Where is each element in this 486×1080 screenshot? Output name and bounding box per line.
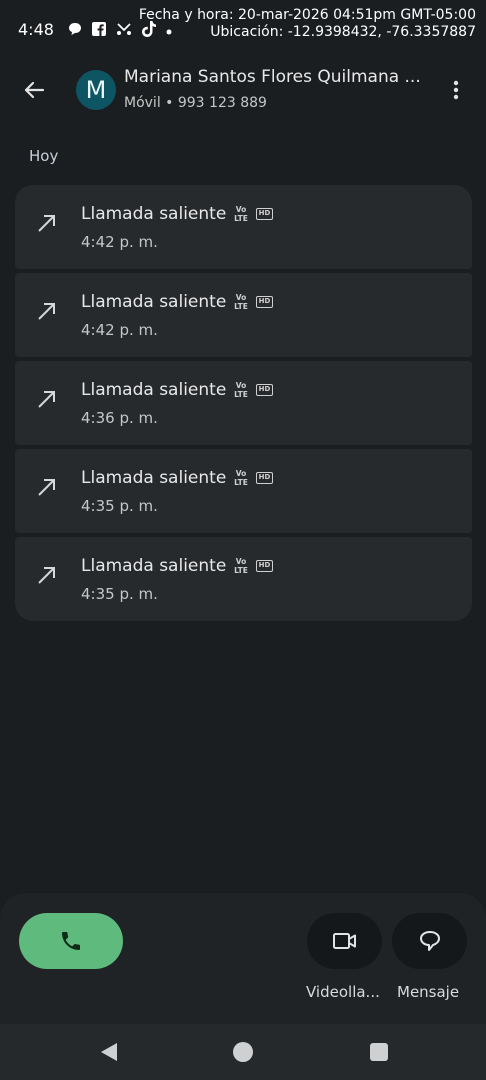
dot-icon	[166, 23, 172, 39]
status-bar: 4:48 Fecha y hora: 20-mar-2026 04:51pm G…	[0, 0, 486, 46]
call-type-label: Llamada saliente	[81, 292, 227, 312]
nav-home-icon[interactable]	[233, 1042, 253, 1062]
call-details-header: M Mariana Santos Flores Quilmana ... Móv…	[0, 58, 486, 124]
tiktok-icon	[142, 21, 156, 41]
call-list-item[interactable]: Llamada saliente Vo LTE HD 4:35 p. m.	[15, 449, 472, 533]
call-type-label: Llamada saliente	[81, 468, 227, 488]
status-time: 4:48	[18, 20, 54, 39]
outgoing-call-icon	[38, 479, 55, 496]
call-list-item[interactable]: Llamada saliente Vo LTE HD 4:42 p. m.	[15, 185, 472, 269]
missed-call-icon	[116, 22, 132, 40]
outgoing-call-icon	[38, 391, 55, 408]
video-call-label: Videolla...	[306, 983, 380, 1001]
call-type-label: Llamada saliente	[81, 556, 227, 576]
more-vert-icon	[453, 80, 459, 100]
videocam-icon	[332, 933, 356, 949]
hd-icon: HD	[256, 208, 273, 220]
outgoing-call-icon	[38, 303, 55, 320]
outgoing-call-icon	[38, 567, 55, 584]
call-list-item[interactable]: Llamada saliente Vo LTE HD 4:36 p. m.	[15, 361, 472, 445]
volte-icon: Vo LTE	[234, 205, 248, 223]
system-navigation-bar	[0, 1024, 486, 1080]
more-options-button[interactable]	[440, 72, 472, 108]
outgoing-call-icon	[38, 215, 55, 232]
call-type-label: Llamada saliente	[81, 204, 227, 224]
call-time: 4:42 p. m.	[81, 321, 158, 339]
hd-icon: HD	[256, 472, 273, 484]
volte-icon: Vo LTE	[234, 557, 248, 575]
hd-icon: HD	[256, 384, 273, 396]
call-time: 4:42 p. m.	[81, 233, 158, 251]
video-call-button[interactable]	[307, 913, 382, 969]
date-section-label: Hoy	[29, 147, 59, 165]
overlay-datetime: Fecha y hora: 20-mar-2026 04:51pm GMT-05…	[138, 7, 476, 23]
nav-back-icon[interactable]	[100, 1042, 118, 1062]
call-time: 4:35 p. m.	[81, 585, 158, 603]
volte-icon: Vo LTE	[234, 469, 248, 487]
volte-icon: Vo LTE	[234, 293, 248, 311]
call-list-item[interactable]: Llamada saliente Vo LTE HD 4:35 p. m.	[15, 537, 472, 621]
volte-icon: Vo LTE	[234, 381, 248, 399]
call-history-list: Llamada saliente Vo LTE HD 4:42 p. m. Lla…	[15, 185, 472, 621]
chat-bubble-icon	[68, 22, 82, 40]
call-time: 4:35 p. m.	[81, 497, 158, 515]
message-icon	[419, 931, 440, 951]
call-list-item[interactable]: Llamada saliente Vo LTE HD 4:42 p. m.	[15, 273, 472, 357]
status-notification-icons	[68, 21, 172, 41]
contact-phone: Móvil • 993 123 889	[124, 95, 267, 111]
arrow-left-icon	[24, 81, 45, 99]
phone-icon	[62, 932, 80, 950]
message-button[interactable]	[392, 913, 467, 969]
contact-name[interactable]: Mariana Santos Flores Quilmana ...	[124, 67, 421, 87]
call-time: 4:36 p. m.	[81, 409, 158, 427]
hd-icon: HD	[256, 296, 273, 308]
nav-recents-icon[interactable]	[370, 1043, 388, 1061]
call-type-label: Llamada saliente	[81, 380, 227, 400]
call-button[interactable]	[19, 913, 123, 969]
facebook-icon	[92, 22, 106, 40]
contact-avatar[interactable]: M	[76, 70, 116, 110]
hd-icon: HD	[256, 560, 273, 572]
back-button[interactable]	[16, 72, 52, 108]
action-bar: Videolla... Mensaje	[0, 893, 486, 1024]
message-label: Mensaje	[397, 983, 460, 1001]
overlay-location: Ubicación: -12.9398432, -76.3357887	[210, 24, 476, 40]
